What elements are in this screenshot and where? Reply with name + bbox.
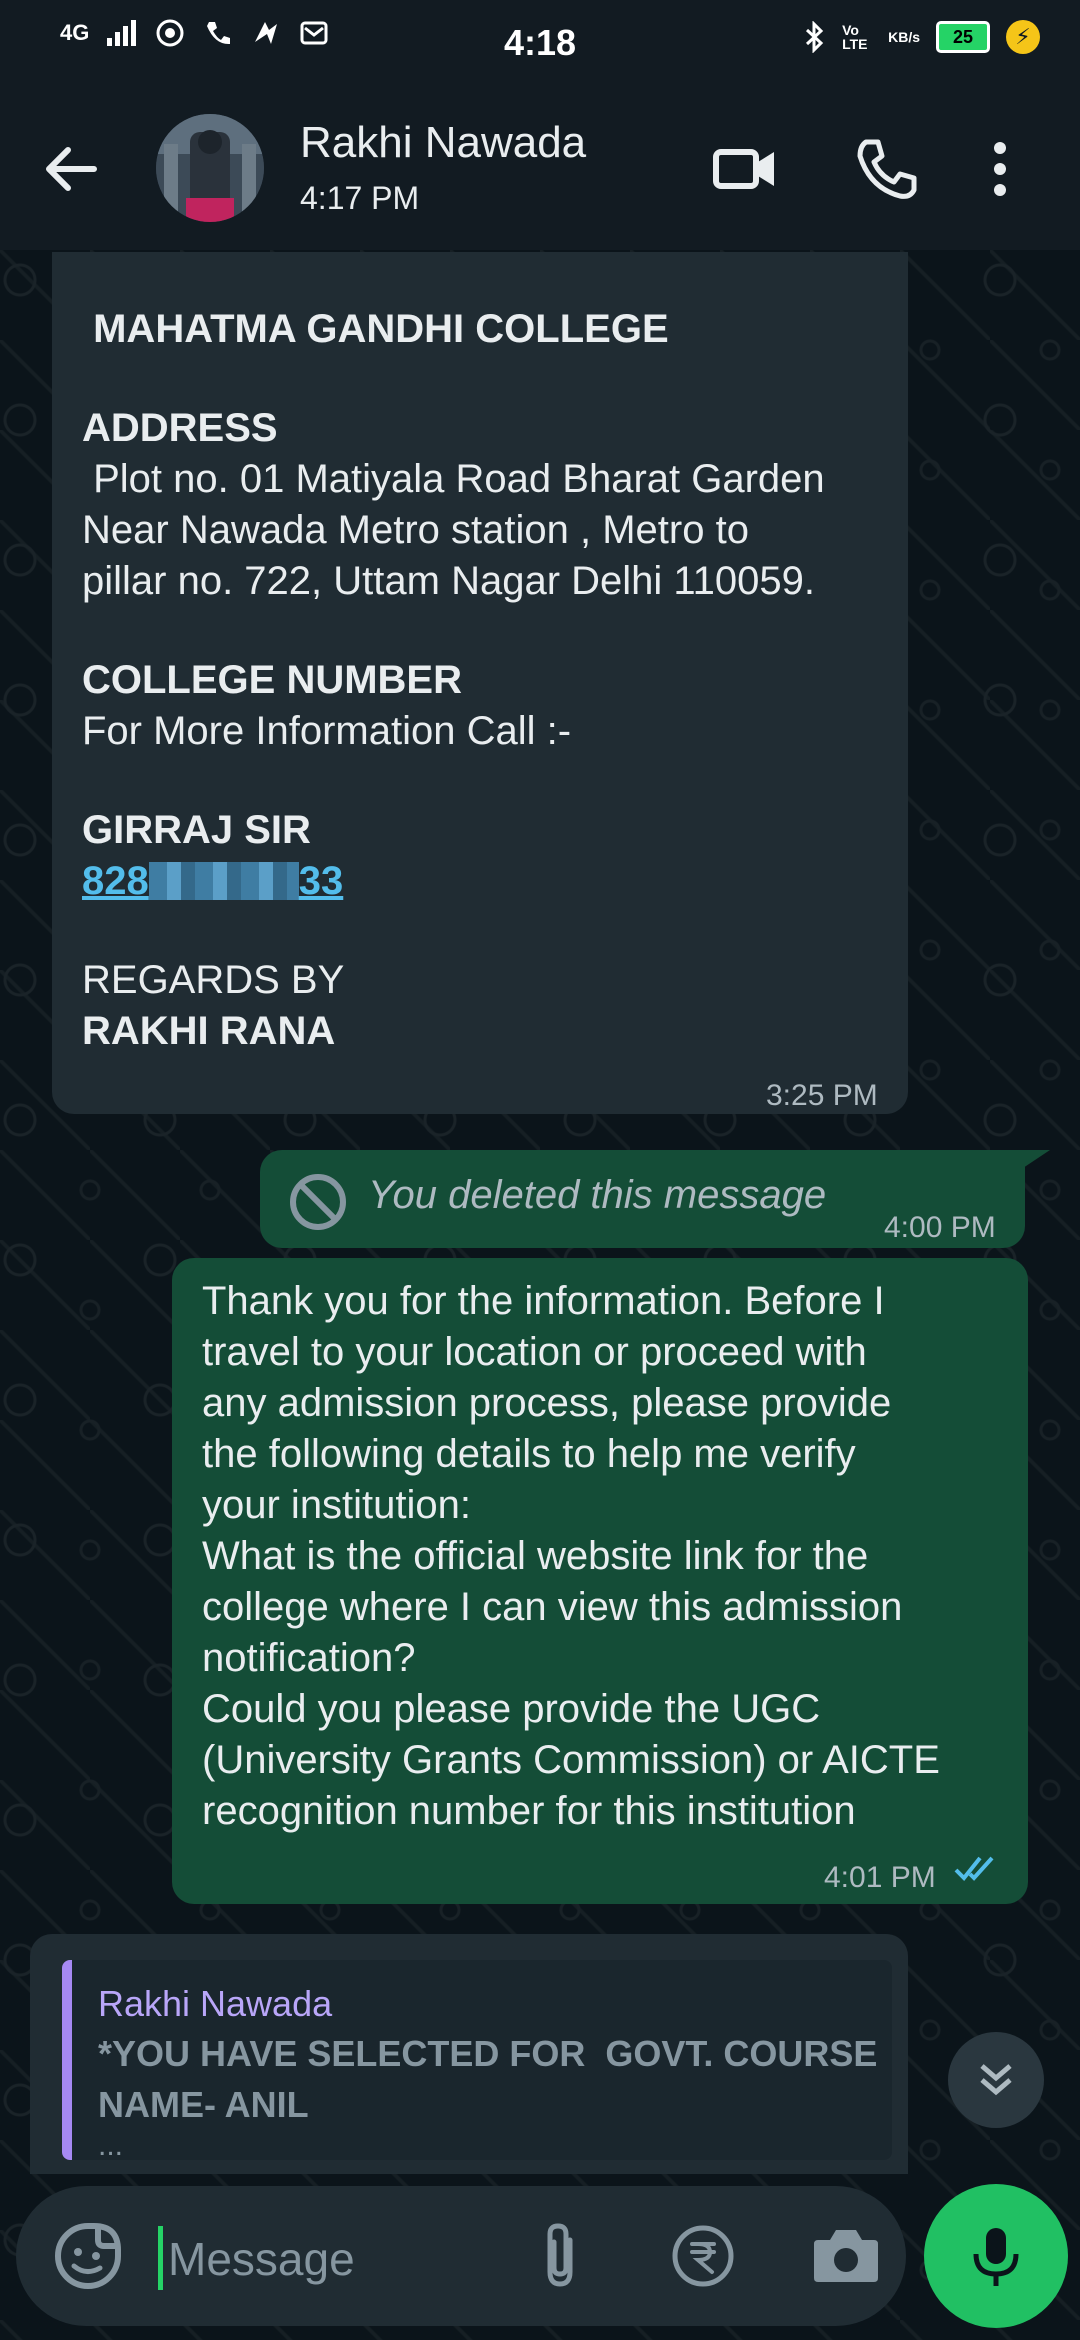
message-body: Thank you for the information. Before I … [202, 1276, 1012, 1837]
message-line: Could you please provide the UGC [202, 1687, 821, 1731]
message-line: What is the official website link for th… [202, 1534, 869, 1578]
voice-call-icon[interactable] [852, 134, 922, 204]
outgoing-message-verification[interactable]: Thank you for the information. Before I … [172, 1258, 1028, 1904]
voice-message-button[interactable] [924, 2184, 1068, 2328]
message-line: notification? [202, 1636, 416, 1680]
avatar-image [156, 114, 264, 222]
incoming-message-college-info[interactable]: MAHATMA GANDHI COLLEGE ADDRESS Plot no. … [52, 252, 908, 1114]
message-input[interactable] [158, 2216, 510, 2302]
quote-accent-bar [62, 1960, 72, 2160]
address-title: ADDRESS [82, 406, 278, 450]
scroll-to-bottom-button[interactable] [948, 2032, 1044, 2128]
message-line: Thank you for the information. Before I [202, 1279, 885, 1323]
message-body: MAHATMA GANDHI COLLEGE ADDRESS Plot no. … [82, 304, 892, 1057]
address-line-2: Near Nawada Metro station , Metro to [82, 508, 749, 552]
incoming-message-quoted[interactable]: Rakhi Nawada *YOU HAVE SELECTED FOR GOVT… [30, 1934, 908, 2174]
outgoing-deleted-message[interactable]: You deleted this message 4:00 PM [260, 1150, 1025, 1248]
contact-name[interactable]: Rakhi Nawada [300, 118, 586, 168]
quoted-line: NAME- ANIL [98, 2084, 309, 2125]
deleted-message-icon [290, 1174, 346, 1230]
sender-name: RAKHI RANA [82, 1009, 336, 1053]
quoted-line: *YOU HAVE SELECTED FOR GOVT. COURSE [98, 2033, 878, 2074]
quoted-ellipsis: ... [98, 2129, 124, 2160]
battery-indicator: 25 [936, 21, 990, 53]
attachment-icon[interactable] [526, 2220, 596, 2292]
message-line: any admission process, please provide [202, 1381, 892, 1425]
college-name: MAHATMA GANDHI COLLEGE [82, 307, 669, 351]
chat-header: Rakhi Nawada 4:17 PM [0, 84, 1080, 250]
more-options-icon[interactable] [980, 134, 1020, 204]
message-line: (University Grants Commission) or AICTE [202, 1738, 940, 1782]
deleted-message-text: You deleted this message [368, 1173, 827, 1217]
bluetooth-icon [806, 21, 824, 53]
quoted-text: *YOU HAVE SELECTED FOR GOVT. COURSE NAME… [98, 2028, 888, 2130]
phone-end: 33 [298, 859, 344, 903]
chat-screen: 4G 4:18 Vo LTE KB/s 25 ⚡ Rakhi Nawada 4:… [0, 0, 1080, 2340]
back-arrow-icon[interactable] [36, 134, 106, 204]
status-bar: 4G 4:18 Vo LTE KB/s 25 ⚡ [0, 0, 1080, 84]
double-chevron-down-icon [980, 2064, 1012, 2096]
quoted-message[interactable]: Rakhi Nawada *YOU HAVE SELECTED FOR GOVT… [62, 1960, 892, 2160]
message-time: 4:01 PM [824, 1861, 936, 1894]
data-speed: KB/s [888, 29, 920, 45]
volte-indicator: Vo LTE [842, 22, 868, 52]
last-seen: 4:17 PM [300, 180, 420, 216]
regards-line: REGARDS BY [82, 958, 345, 1002]
status-right-icons: Vo LTE KB/s 25 ⚡ [804, 20, 1040, 54]
microphone-icon [973, 2228, 1019, 2286]
message-line: travel to your location or proceed with [202, 1330, 867, 1374]
contact-person: GIRRAJ SIR [82, 808, 311, 852]
message-composer [16, 2186, 906, 2326]
camera-icon[interactable] [808, 2220, 884, 2292]
redacted-digits [148, 862, 299, 900]
phone-start: 828 [82, 859, 149, 903]
sticker-emoji-icon[interactable] [52, 2220, 124, 2292]
message-line: college where I can view this admission [202, 1585, 903, 1629]
message-line: the following details to help me verify [202, 1432, 856, 1476]
college-number-title: COLLEGE NUMBER [82, 658, 462, 702]
video-call-icon[interactable] [710, 134, 780, 204]
address-line-3: pillar no. 722, Uttam Nagar Delhi 110059… [82, 559, 816, 603]
charging-icon: ⚡ [1006, 20, 1040, 54]
phone-link[interactable]: 828 33 [82, 856, 892, 907]
message-time: 3:25 PM [766, 1079, 878, 1112]
message-line: your institution: [202, 1483, 472, 1527]
address-line-1: Plot no. 01 Matiyala Road Bharat Garden [82, 457, 825, 501]
read-receipt-icon [954, 1856, 994, 1881]
contact-avatar[interactable] [156, 114, 264, 222]
quoted-sender-name: Rakhi Nawada [98, 1983, 333, 2024]
rupee-payment-icon[interactable] [668, 2220, 738, 2292]
message-time: 4:00 PM [884, 1211, 996, 1244]
info-line: For More Information Call :- [82, 709, 572, 753]
message-line: recognition number for this institution [202, 1789, 856, 1833]
